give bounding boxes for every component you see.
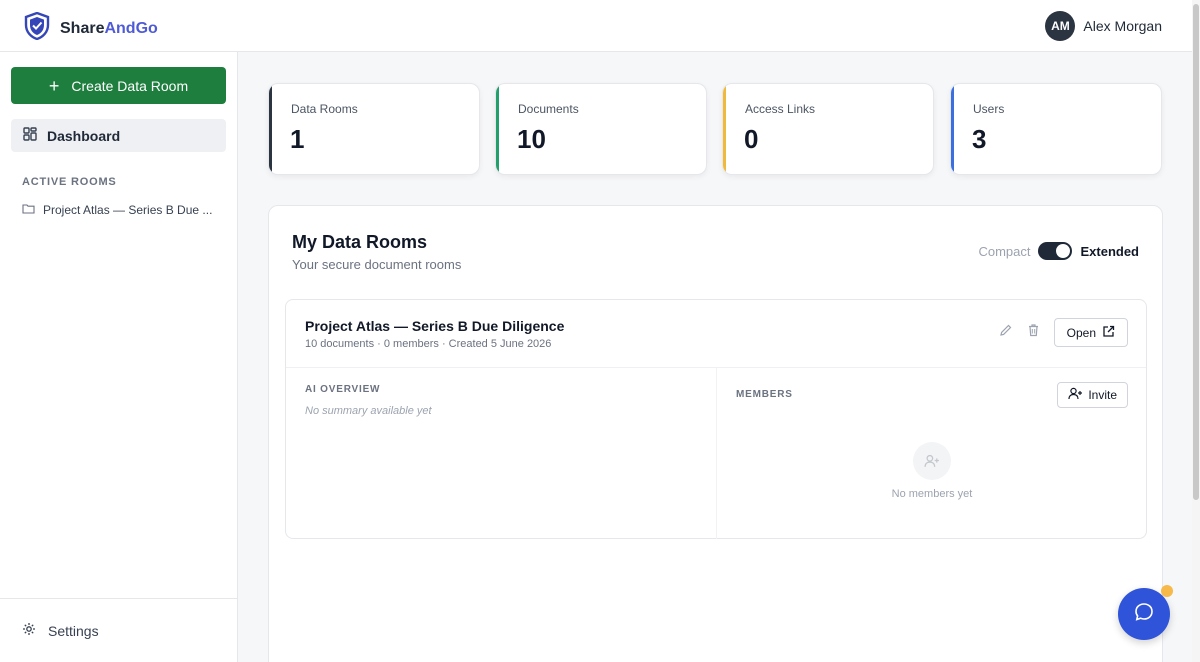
dashboard-grid-icon — [23, 127, 37, 144]
no-members-icon — [913, 442, 951, 480]
settings-label: Settings — [48, 622, 99, 639]
stat-card-data-rooms: Data Rooms 1 — [268, 83, 480, 175]
ai-overview-heading: AI OVERVIEW — [305, 384, 381, 395]
top-bar: ShareAndGo AM Alex Morgan — [0, 0, 1200, 52]
view-mode-toggle[interactable] — [1038, 242, 1073, 260]
external-link-icon — [1102, 325, 1115, 341]
sidebar-item-settings[interactable]: Settings — [22, 622, 99, 639]
stat-value: 0 — [744, 124, 759, 154]
create-data-room-label: Create Data Room — [71, 77, 189, 94]
sidebar-item-dashboard[interactable]: Dashboard — [11, 119, 226, 152]
page-subtitle: Your secure document rooms — [292, 257, 462, 272]
user-name: Alex Morgan — [1083, 18, 1162, 34]
gear-icon — [22, 622, 36, 639]
page-title: My Data Rooms — [292, 232, 428, 252]
stat-label: Users — [973, 102, 1005, 116]
scrollbar-thumb[interactable] — [1193, 4, 1199, 500]
shield-logo-icon — [24, 11, 50, 45]
compact-label[interactable]: Compact — [978, 244, 1030, 259]
no-members-text: No members yet — [891, 488, 973, 500]
open-label: Open — [1066, 325, 1096, 340]
user-menu[interactable]: AM Alex Morgan — [1045, 11, 1162, 41]
room-actions: Open — [999, 318, 1128, 347]
stat-value: 10 — [517, 124, 546, 154]
view-mode-toggle-group: Compact Extended — [978, 242, 1139, 260]
stat-value: 3 — [972, 124, 987, 154]
room-link-label: Project Atlas — Series B Due ... — [43, 203, 213, 217]
stat-label: Documents — [518, 102, 579, 116]
extended-label[interactable]: Extended — [1080, 244, 1139, 259]
sidebar-item-room[interactable]: Project Atlas — Series B Due ... — [22, 203, 212, 217]
stat-value: 1 — [290, 124, 305, 154]
toggle-knob — [1056, 244, 1071, 258]
stat-card-access-links: Access Links 0 — [722, 83, 934, 175]
trash-icon[interactable] — [1027, 323, 1040, 342]
stat-card-users: Users 3 — [950, 83, 1162, 175]
divider — [0, 598, 238, 599]
invite-label: Invite — [1088, 388, 1117, 402]
folder-icon — [22, 203, 35, 217]
stat-accent-bar — [951, 84, 954, 174]
brand[interactable]: ShareAndGo — [24, 11, 158, 45]
room-card: Project Atlas — Series B Due Diligence 1… — [285, 299, 1147, 539]
create-data-room-button[interactable]: + Create Data Room — [11, 67, 226, 104]
active-rooms-heading: ACTIVE ROOMS — [22, 176, 117, 188]
stat-accent-bar — [269, 84, 272, 174]
room-title[interactable]: Project Atlas — Series B Due Diligence — [305, 318, 564, 334]
divider — [716, 368, 717, 539]
stat-label: Data Rooms — [291, 102, 358, 116]
data-rooms-panel: My Data Rooms Your secure document rooms… — [268, 205, 1163, 662]
room-meta: 10 documents · 0 members · Created 5 Jun… — [305, 338, 552, 350]
chat-button[interactable] — [1118, 588, 1170, 640]
invite-button[interactable]: Invite — [1057, 382, 1128, 408]
user-plus-icon — [1068, 387, 1083, 403]
members-heading: MEMBERS — [736, 389, 793, 400]
ai-overview-text: No summary available yet — [305, 405, 432, 417]
plus-icon: + — [48, 75, 60, 96]
open-room-button[interactable]: Open — [1053, 318, 1128, 347]
stat-accent-bar — [723, 84, 726, 174]
dashboard-label: Dashboard — [47, 127, 121, 144]
chat-bubble-icon — [1133, 601, 1155, 628]
pencil-edit-icon[interactable] — [999, 323, 1013, 342]
stat-card-documents: Documents 10 — [495, 83, 707, 175]
stat-accent-bar — [496, 84, 499, 174]
stat-label: Access Links — [745, 102, 816, 116]
avatar: AM — [1045, 11, 1076, 41]
notification-dot — [1161, 585, 1173, 597]
brand-name: ShareAndGo — [60, 19, 158, 37]
sidebar: + Create Data Room Dashboard ACTIVE ROOM… — [0, 52, 238, 662]
